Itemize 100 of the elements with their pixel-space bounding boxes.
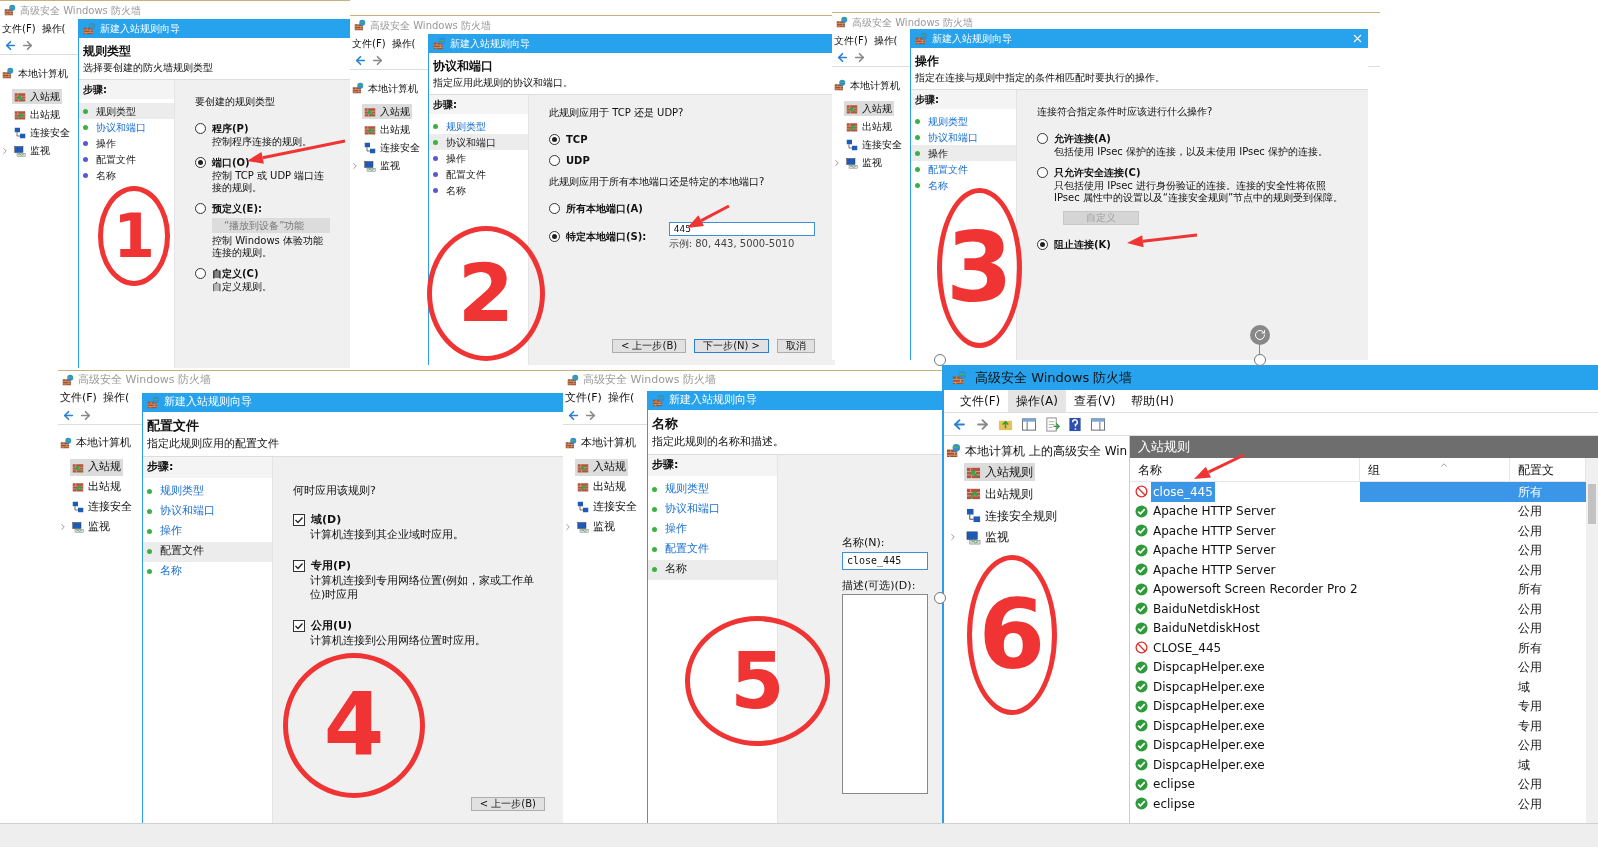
- tree-item[interactable]: 出站规: [575, 479, 628, 496]
- close-icon[interactable]: [1351, 32, 1364, 45]
- menu-item[interactable]: 文件(F): [565, 389, 602, 407]
- wizard-step[interactable]: 名称: [79, 167, 174, 183]
- rule-row[interactable]: CLOSE_445 所有: [1130, 638, 1586, 658]
- menu-item[interactable]: 文件(F): [834, 32, 868, 48]
- radio-button[interactable]: [195, 123, 206, 134]
- tree-item[interactable]: 监视: [12, 143, 52, 159]
- tree-item[interactable]: 连接安全: [362, 140, 422, 156]
- radio-button[interactable]: [549, 155, 560, 166]
- console-tree-icon[interactable]: [1021, 416, 1037, 432]
- port-input[interactable]: 445: [668, 222, 815, 236]
- action-pane-icon[interactable]: [1090, 416, 1106, 432]
- radio-button[interactable]: [549, 231, 560, 242]
- wizard-step[interactable]: 配置文件: [429, 166, 528, 182]
- wizard-step[interactable]: 操作: [911, 145, 1016, 161]
- menu-item[interactable]: 操作(: [607, 389, 635, 407]
- radio-button[interactable]: [1037, 166, 1048, 178]
- tree-item[interactable]: 出站规: [362, 122, 412, 138]
- rule-row[interactable]: BaiduNetdiskHost 公用: [1130, 599, 1586, 619]
- rule-row[interactable]: eclipse 公用: [1130, 774, 1586, 794]
- wizard-step[interactable]: 操作: [429, 150, 528, 166]
- rule-row[interactable]: DispcapHelper.exe 域: [1130, 677, 1586, 697]
- radio-button[interactable]: [549, 203, 560, 214]
- rule-row[interactable]: DispcapHelper.exe 公用: [1130, 735, 1586, 755]
- radio-button[interactable]: [1037, 238, 1048, 250]
- back-icon[interactable]: [836, 51, 849, 64]
- tree-item[interactable]: 本地计算机: [850, 77, 900, 93]
- tree-item[interactable]: 监视: [362, 158, 402, 174]
- back-icon[interactable]: [567, 409, 580, 422]
- tree-item[interactable]: 连接安全: [70, 499, 134, 516]
- rule-row[interactable]: BaiduNetdiskHost 公用: [1130, 618, 1586, 638]
- menu-item[interactable]: 文件(F): [60, 389, 97, 407]
- tree-item[interactable]: 连接安全规则: [964, 506, 1059, 525]
- wizard-step[interactable]: 操作: [79, 135, 174, 151]
- rule-row[interactable]: Apache HTTP Server 公用: [1130, 560, 1586, 580]
- column-header[interactable]: 名称: [1138, 460, 1162, 479]
- radio-button[interactable]: [1037, 133, 1048, 144]
- wizard-step[interactable]: 协议和端口: [429, 134, 528, 150]
- tree-item[interactable]: 本地计算机: [368, 80, 418, 96]
- export-list-icon[interactable]: [1045, 416, 1060, 432]
- wizard-step[interactable]: 协议和端口: [648, 499, 777, 520]
- wizard-step[interactable]: 操作: [143, 521, 272, 542]
- description-textarea[interactable]: [842, 594, 928, 794]
- checkbox[interactable]: [293, 513, 305, 526]
- back-icon[interactable]: [62, 409, 75, 422]
- checkbox[interactable]: [293, 560, 305, 572]
- checkbox[interactable]: [293, 620, 305, 632]
- radio-button[interactable]: [195, 156, 206, 168]
- tree-item[interactable]: 监视: [844, 155, 884, 171]
- menu-item[interactable]: 操作(: [41, 20, 66, 36]
- wizard-step[interactable]: 协议和端口: [911, 129, 1016, 145]
- tree-item[interactable]: 本地计算机 上的高级安全 Win: [965, 441, 1128, 460]
- wizard-step[interactable]: 规则类型: [79, 103, 174, 119]
- rule-row[interactable]: Apache HTTP Server 公用: [1130, 540, 1586, 560]
- wizard-step[interactable]: 配置文件: [911, 161, 1016, 177]
- tree-item[interactable]: 入站规: [844, 101, 894, 117]
- wizard-step[interactable]: 协议和端口: [143, 501, 272, 522]
- rule-row[interactable]: DispcapHelper.exe 公用: [1130, 657, 1586, 677]
- tree-item[interactable]: 监视: [964, 528, 1011, 547]
- wizard-step[interactable]: 规则类型: [429, 118, 528, 134]
- back-icon[interactable]: [354, 54, 367, 67]
- column-header[interactable]: 配置文: [1518, 460, 1554, 479]
- forward-icon[interactable]: [853, 51, 866, 64]
- rule-row[interactable]: DispcapHelper.exe 专用: [1130, 696, 1586, 716]
- tree-item[interactable]: 监视: [70, 518, 112, 536]
- wizard-step[interactable]: 名称: [648, 559, 777, 580]
- menu-item[interactable]: 帮助(H): [1123, 390, 1182, 412]
- dropdown-field[interactable]: “播放到设备”功能: [212, 217, 330, 233]
- tree-item[interactable]: 连接安全: [12, 125, 72, 141]
- rule-row[interactable]: Apowersoft Screen Recorder Pro 2 所有: [1130, 579, 1586, 599]
- wizard-button[interactable]: < 上一步(B): [611, 339, 687, 353]
- wizard-step[interactable]: 操作: [648, 519, 777, 540]
- tree-item[interactable]: 出站规则: [964, 485, 1035, 503]
- menu-item[interactable]: 操作(: [391, 35, 416, 51]
- tree-item[interactable]: 本地计算机: [581, 435, 636, 452]
- wizard-step[interactable]: 配置文件: [79, 151, 174, 167]
- column-header[interactable]: 组: [1368, 460, 1380, 479]
- forward-icon[interactable]: [584, 409, 597, 422]
- rule-row[interactable]: DispcapHelper.exe 域: [1130, 755, 1586, 775]
- menu-item[interactable]: 查看(V): [1065, 390, 1124, 412]
- tree-item[interactable]: 入站规: [575, 459, 628, 476]
- scrollbar[interactable]: [1586, 458, 1598, 823]
- menu-item[interactable]: 操作(: [102, 389, 130, 407]
- tree-item[interactable]: 入站规: [70, 459, 123, 476]
- tree-item[interactable]: 连接安全: [575, 499, 639, 516]
- wizard-step[interactable]: 规则类型: [648, 479, 777, 500]
- help-icon[interactable]: [1068, 416, 1082, 432]
- tree-item[interactable]: 本地计算机: [18, 65, 68, 81]
- radio-button[interactable]: [549, 134, 560, 145]
- forward-icon[interactable]: [371, 54, 384, 67]
- menu-item[interactable]: 操作(A): [1008, 390, 1066, 412]
- radio-button[interactable]: [195, 267, 206, 279]
- menu-item[interactable]: 文件(F): [952, 390, 1009, 412]
- tree-item[interactable]: 出站规: [70, 479, 123, 496]
- rule-row[interactable]: Apache HTTP Server 公用: [1130, 521, 1586, 541]
- menu-item[interactable]: 操作(: [873, 32, 898, 48]
- wizard-step[interactable]: 配置文件: [648, 539, 777, 560]
- back-icon[interactable]: [4, 39, 17, 52]
- menu-item[interactable]: 文件(F): [2, 20, 36, 36]
